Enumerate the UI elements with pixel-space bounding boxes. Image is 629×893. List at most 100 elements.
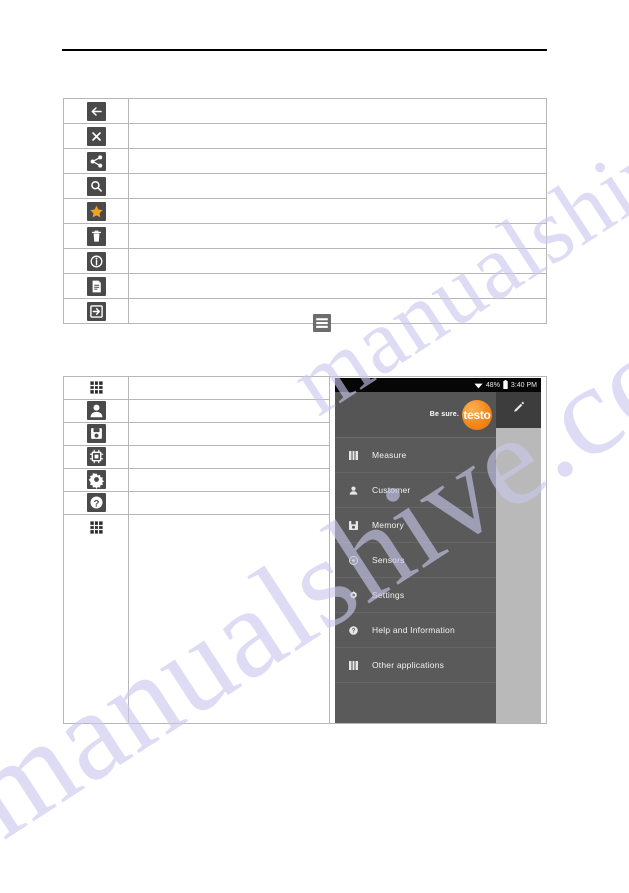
icon-cell [63,421,129,446]
memory-save-icon [348,520,359,531]
icon-description-cell [128,376,330,400]
drawer-item-settings[interactable]: Settings [335,578,496,613]
pencil-edit-icon[interactable] [512,401,525,419]
drawer-item-label: Help and Information [372,625,455,635]
icon-description-cell [128,398,330,423]
icon-description-cell [128,273,547,299]
svg-text:?: ? [352,627,356,634]
table-row [63,298,547,324]
icon-cell [63,198,129,224]
drawer-item-label: Other applications [372,660,445,670]
icon-cell [63,298,129,324]
table-row [63,98,547,124]
icon-description-cell [128,421,330,446]
drawer-header: Be sure. testo [335,392,496,438]
table-row [63,223,547,249]
star-favorite-icon [86,201,106,221]
icon-cell [63,444,129,469]
logo-claim-label: Be sure. [429,411,459,418]
back-arrow-icon [86,101,106,121]
share-icon [86,151,106,171]
sensors-chip-icon [86,447,106,467]
icon-cell [63,123,129,149]
drawer-item-label: Customer [372,485,411,495]
help-question-icon: ? [348,625,359,636]
table-row [63,173,547,199]
page-header-rule [62,49,547,51]
settings-gear-icon [86,470,106,490]
drawer-item-label: Sensors [372,555,405,565]
table-row [63,248,547,274]
phone-screenshot-cell: 48% 3:40 PM Be sure. testo Measure Custo… [329,376,547,724]
table-row [63,273,547,299]
search-icon [86,176,106,196]
svg-text:?: ? [93,499,99,510]
logo-brand-label: testo [463,407,491,422]
drawer-item-other-applications[interactable]: Other applications [335,648,496,683]
icon-description-cell [128,467,330,492]
icon-description-cell [128,98,547,124]
document-report-icon [86,276,106,296]
battery-percent-label: 48% [485,381,500,389]
customer-person-icon [348,485,359,496]
icon-description-cell [128,123,547,149]
navigation-drawer: Be sure. testo Measure Customer Memory S… [335,392,496,723]
icon-cell: ? [63,490,129,515]
customer-person-icon [86,401,106,421]
settings-gear-icon [348,590,359,601]
measure-grid-icon [87,378,106,397]
drawer-menu-list: Measure Customer Memory Sensors Settings… [335,438,496,683]
close-x-icon [86,126,106,146]
android-status-bar: 48% 3:40 PM [335,378,541,392]
trash-delete-icon [86,226,106,246]
drawer-item-help-and-information[interactable]: ? Help and Information [335,613,496,648]
icon-description-cell [128,248,547,274]
icon-description-cell [128,490,330,515]
table-row [63,198,547,224]
icon-legend-table-1 [63,98,547,324]
other-applications-grid-icon [87,518,106,537]
drawer-item-customer[interactable]: Customer [335,473,496,508]
icon-cell [63,376,129,400]
icon-cell [63,223,129,249]
drawer-item-measure[interactable]: Measure [335,438,496,473]
icon-cell [63,173,129,199]
logo-circle: testo [462,399,492,430]
icon-description-cell [128,148,547,174]
phone-content-area: Be sure. testo Measure Customer Memory S… [335,392,541,723]
icon-description-cell [128,223,547,249]
icon-cell [63,513,129,725]
drawer-item-label: Memory [372,520,404,530]
drawer-item-label: Settings [372,590,405,600]
drawer-empty-space [335,683,496,723]
icon-description-cell [128,173,547,199]
testo-logo: Be sure. testo [429,399,492,430]
info-icon [86,251,106,271]
icon-description-cell [128,444,330,469]
exit-logout-icon [86,301,106,321]
icon-cell [63,467,129,492]
phone-screenshot: 48% 3:40 PM Be sure. testo Measure Custo… [335,378,541,723]
icon-description-cell [128,298,547,324]
drawer-item-memory[interactable]: Memory [335,508,496,543]
other-applications-grid-icon [348,660,359,671]
icon-cell [63,398,129,423]
memory-save-icon [86,424,106,444]
help-question-icon: ? [86,493,106,513]
icon-description-cell [128,513,330,725]
icon-legend-table-2: 48% 3:40 PM Be sure. testo Measure Custo… [63,376,547,725]
icon-cell [63,248,129,274]
status-bar-time: 3:40 PM [510,381,537,389]
table-row [63,148,547,174]
table-row [63,123,547,149]
sensors-chip-icon [348,555,359,566]
icon-cell [63,98,129,124]
measure-grid-icon [348,450,359,461]
action-bar-right [496,392,541,428]
table-row: 48% 3:40 PM Be sure. testo Measure Custo… [63,376,547,724]
drawer-item-sensors[interactable]: Sensors [335,543,496,578]
hamburger-menu-icon [313,314,331,332]
icon-cell [63,148,129,174]
drawer-item-label: Measure [372,450,407,460]
icon-cell [63,273,129,299]
